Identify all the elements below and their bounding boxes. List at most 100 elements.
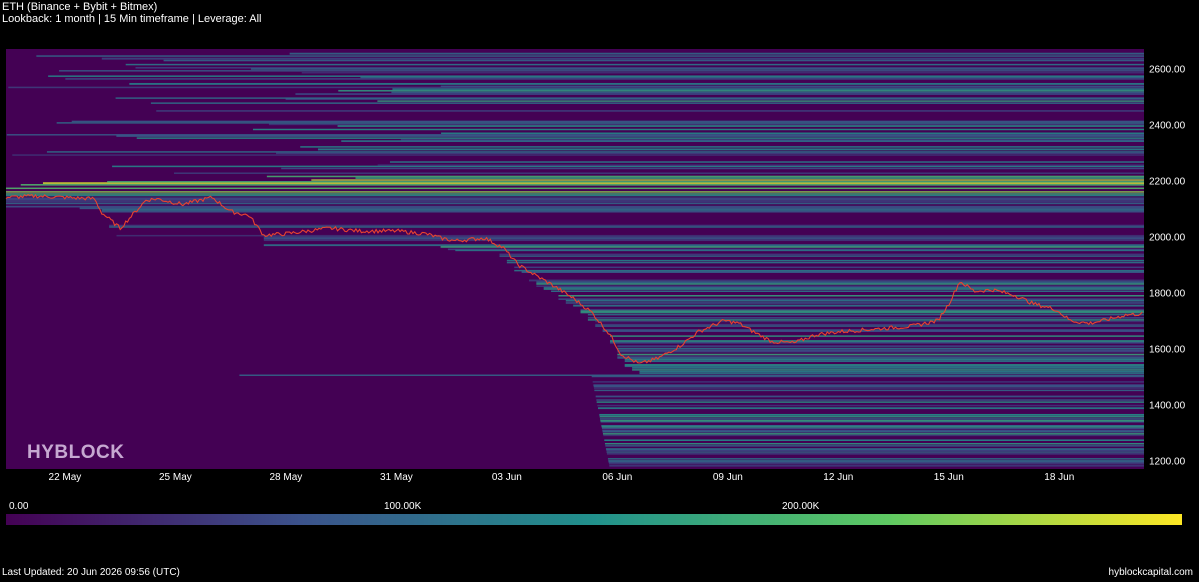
y-tick-label: 2400.00	[1149, 121, 1186, 132]
heatmap-band	[573, 304, 1144, 307]
heatmap-band	[301, 72, 1144, 74]
heatmap-band	[602, 429, 1144, 432]
heatmap-band	[608, 462, 1144, 465]
heatmap-band	[109, 226, 1144, 228]
colorbar-label-max: 200.00K	[782, 501, 820, 512]
heatmap-band	[46, 151, 1145, 153]
heatmap-band	[609, 465, 1144, 467]
heatmap-band	[600, 419, 1144, 422]
x-tick-label: 22 May	[49, 472, 82, 483]
heatmap-band	[311, 179, 1144, 181]
heatmap-band	[536, 285, 1144, 287]
heatmap-band	[300, 146, 1144, 148]
heatmap-band	[174, 172, 1144, 174]
heatmap-band	[514, 269, 1144, 272]
heatmap-band	[263, 237, 1145, 240]
heatmap-band	[6, 187, 1144, 190]
heatmap-band	[565, 302, 1144, 304]
heatmap-band	[565, 299, 1144, 302]
heatmap-band	[606, 453, 1144, 455]
heatmap-band	[536, 281, 1144, 284]
site-link[interactable]: hyblockcapital.com	[1109, 567, 1193, 578]
heatmap-band	[65, 78, 1144, 80]
heatmap-band	[6, 194, 1144, 197]
heatmap-band	[263, 239, 1145, 242]
heatmap-band	[58, 70, 1145, 72]
heatmap-band	[599, 413, 1144, 416]
heatmap-band	[389, 161, 1144, 163]
heatmap-band	[295, 93, 1144, 95]
heatmap-band	[6, 191, 1144, 193]
heatmap-band	[594, 387, 1144, 389]
heatmap-band	[595, 395, 1144, 398]
y-tick-label: 1200.00	[1149, 457, 1186, 468]
heatmap-band	[603, 434, 1144, 437]
heatmap-band	[604, 439, 1144, 441]
heatmap-band	[135, 67, 1145, 69]
heatmap-band	[580, 308, 1144, 311]
x-tick-label: 18 Jun	[1044, 472, 1074, 483]
heatmap-band	[608, 460, 1144, 462]
heatmap-band	[594, 389, 1144, 392]
last-updated: Last Updated: 20 Jun 2026 09:56 (UTC)	[2, 567, 180, 578]
heatmap-band	[605, 445, 1144, 447]
heatmap-band	[338, 89, 1144, 92]
heatmap-band	[6, 201, 1144, 203]
heatmap-band	[36, 55, 1145, 57]
heatmap-band	[377, 164, 1144, 166]
heatmap-band	[602, 433, 1144, 435]
heatmap-band	[20, 184, 1144, 186]
y-tick-label: 1800.00	[1149, 289, 1186, 300]
heatmap-band	[239, 374, 1144, 377]
heatmap-band	[617, 349, 1144, 351]
heatmap-band	[528, 279, 1144, 282]
heatmap-band	[101, 57, 1145, 60]
heatmap-band	[595, 325, 1144, 327]
x-tick-label: 25 May	[159, 472, 192, 483]
heatmap-band	[107, 181, 1144, 183]
heatmap-band	[163, 59, 1145, 62]
heatmap-band	[337, 125, 1144, 127]
heatmap-band	[440, 246, 1144, 248]
heatmap-band	[355, 177, 1144, 179]
heatmap-band	[499, 253, 1145, 256]
x-tick-label: 15 Jun	[934, 472, 964, 483]
heatmap-band	[551, 290, 1144, 293]
y-tick-label: 1600.00	[1149, 345, 1186, 356]
heatmap-band	[595, 320, 1144, 323]
heatmap-band	[6, 197, 1144, 200]
y-tick-label: 1400.00	[1149, 401, 1186, 412]
heatmap-band	[617, 350, 1144, 353]
heatmap-band	[558, 298, 1144, 300]
heatmap-band	[391, 91, 1144, 94]
heatmap-band	[632, 367, 1144, 369]
y-tick-label: 2000.00	[1149, 233, 1186, 244]
heatmap-band	[592, 381, 1144, 383]
heatmap-band	[587, 319, 1144, 321]
heatmap-band	[597, 407, 1144, 410]
heatmap-band	[6, 193, 1144, 195]
heatmap-band	[71, 120, 1144, 123]
x-tick-label: 03 Jun	[492, 472, 522, 483]
heatmap-band	[617, 355, 1144, 358]
colorbar-label-min: 0.00	[9, 501, 29, 512]
x-tick-label: 09 Jun	[713, 472, 743, 483]
heatmap-band	[601, 427, 1144, 430]
heatmap-band	[605, 448, 1144, 450]
heatmap-band	[289, 52, 1144, 55]
heatmap-band	[79, 207, 1144, 210]
heatmap-band	[597, 404, 1144, 407]
heatmap-band	[599, 415, 1144, 418]
heatmap-band	[639, 370, 1144, 373]
hyblock-watermark: HYBLOCK	[27, 442, 125, 463]
x-tick-label: 31 May	[380, 472, 413, 483]
x-tick-label: 28 May	[269, 472, 302, 483]
heatmap-band	[606, 451, 1144, 453]
heatmap-band	[392, 88, 1144, 90]
heatmap-band	[609, 335, 1144, 337]
heatmap-band	[447, 248, 1144, 251]
heatmap-band	[543, 288, 1144, 290]
heatmap-band	[558, 294, 1144, 297]
heatmap-band	[514, 266, 1144, 269]
heatmap-band	[499, 255, 1145, 257]
